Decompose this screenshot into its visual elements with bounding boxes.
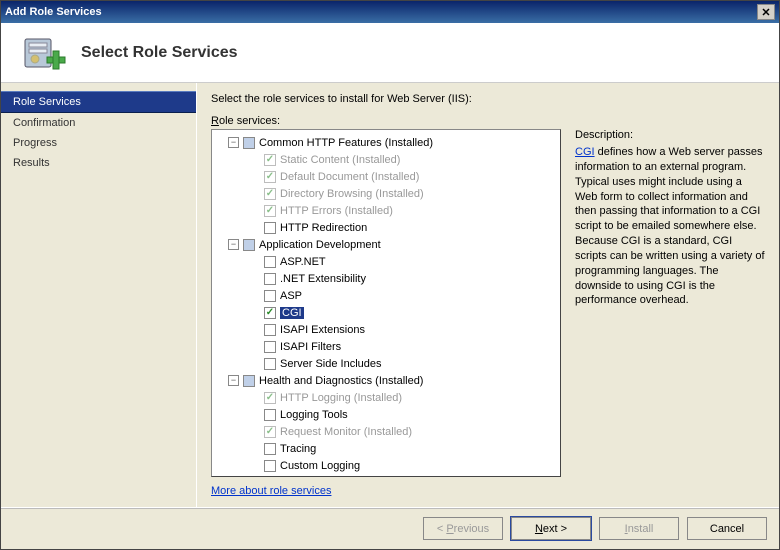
sidebar-item-confirmation[interactable]: Confirmation	[1, 113, 196, 133]
tree-node-label: Custom Logging	[280, 460, 360, 472]
tree-node[interactable]: Server Side Includes	[216, 355, 556, 372]
tree-node-label: Server Side Includes	[280, 358, 382, 370]
checkbox[interactable]	[264, 409, 276, 421]
tree-node-label: Health and Diagnostics (Installed)	[259, 375, 423, 387]
checkbox[interactable]	[243, 137, 255, 149]
tree-node[interactable]: ISAPI Filters	[216, 338, 556, 355]
sidebar-item-results[interactable]: Results	[1, 153, 196, 173]
checkbox[interactable]	[264, 256, 276, 268]
tree-node[interactable]: HTTP Errors (Installed)	[216, 202, 556, 219]
tree-node[interactable]: Custom Logging	[216, 457, 556, 474]
checkbox[interactable]	[264, 358, 276, 370]
more-about-link[interactable]: More about role services	[211, 485, 561, 497]
tree-node[interactable]: Logging Tools	[216, 406, 556, 423]
description-link[interactable]: CGI	[575, 146, 595, 158]
checkbox	[264, 426, 276, 438]
instruction-text: Select the role services to install for …	[211, 93, 765, 105]
checkbox	[264, 154, 276, 166]
tree-node-label: CGI	[280, 307, 304, 319]
tree-node-label: HTTP Logging (Installed)	[280, 392, 402, 404]
description-text: defines how a Web server passes informat…	[575, 146, 765, 306]
tree-node-label: Tracing	[280, 443, 316, 455]
titlebar: Add Role Services ✕	[1, 1, 779, 23]
checkbox[interactable]	[243, 239, 255, 251]
description-body: CGI defines how a Web server passes info…	[575, 145, 765, 308]
checkbox[interactable]	[264, 341, 276, 353]
wizard-steps-sidebar: Role ServicesConfirmationProgressResults	[1, 83, 196, 507]
checkbox	[264, 188, 276, 200]
checkbox	[264, 171, 276, 183]
checkbox[interactable]	[243, 375, 255, 387]
checkbox	[264, 392, 276, 404]
window-title: Add Role Services	[5, 6, 757, 18]
tree-node[interactable]: Default Document (Installed)	[216, 168, 556, 185]
cancel-button[interactable]: Cancel	[687, 517, 767, 540]
tree-node-label: Static Content (Installed)	[280, 154, 400, 166]
tree-wrap: − Common HTTP Features (Installed) Static …	[211, 129, 561, 497]
tree-node[interactable]: Directory Browsing (Installed)	[216, 185, 556, 202]
checkbox	[264, 205, 276, 217]
tree-node-label: Directory Browsing (Installed)	[280, 188, 424, 200]
tree-node[interactable]: Static Content (Installed)	[216, 151, 556, 168]
tree-node-label: HTTP Redirection	[280, 222, 367, 234]
tree-node[interactable]: .NET Extensibility	[216, 270, 556, 287]
close-button[interactable]: ✕	[757, 4, 775, 20]
description-heading: Description:	[575, 129, 765, 141]
tree-node-label: Common HTTP Features (Installed)	[259, 137, 433, 149]
checkbox[interactable]	[264, 222, 276, 234]
add-role-services-window: Add Role Services ✕ Select Role Services…	[0, 0, 780, 550]
tree-node-label: ASP.NET	[280, 256, 326, 268]
close-icon: ✕	[761, 6, 770, 19]
columns: − Common HTTP Features (Installed) Static …	[211, 129, 765, 497]
tree-node[interactable]: CGI	[216, 304, 556, 321]
collapse-icon[interactable]: −	[228, 239, 239, 250]
tree-node-label: ODBC Logging	[280, 477, 354, 478]
tree-node[interactable]: − Health and Diagnostics (Installed)	[216, 372, 556, 389]
tree-node[interactable]: ODBC Logging	[216, 474, 556, 477]
collapse-icon[interactable]: −	[228, 137, 239, 148]
server-role-icon	[21, 29, 69, 77]
tree-node-label: Application Development	[259, 239, 381, 251]
checkbox[interactable]	[264, 273, 276, 285]
checkbox[interactable]	[264, 290, 276, 302]
tree-node-label: Default Document (Installed)	[280, 171, 419, 183]
tree-node-label: Logging Tools	[280, 409, 348, 421]
role-services-label: Role services:	[211, 115, 765, 127]
content-panel: Select the role services to install for …	[196, 83, 779, 507]
tree-node-label: ISAPI Extensions	[280, 324, 365, 336]
tree-node[interactable]: ASP.NET	[216, 253, 556, 270]
tree-node[interactable]: − Application Development	[216, 236, 556, 253]
tree-node-label: HTTP Errors (Installed)	[280, 205, 393, 217]
tree-node-label: .NET Extensibility	[280, 273, 366, 285]
tree-node[interactable]: Tracing	[216, 440, 556, 457]
checkbox[interactable]	[264, 307, 276, 319]
tree-node[interactable]: Request Monitor (Installed)	[216, 423, 556, 440]
tree-node[interactable]: ASP	[216, 287, 556, 304]
sidebar-item-progress[interactable]: Progress	[1, 133, 196, 153]
tree-node-label: ASP	[280, 290, 302, 302]
role-services-tree[interactable]: − Common HTTP Features (Installed) Static …	[211, 129, 561, 477]
checkbox[interactable]	[264, 460, 276, 472]
sidebar-item-role-services[interactable]: Role Services	[1, 91, 196, 113]
wizard-header: Select Role Services	[1, 23, 779, 83]
tree-node[interactable]: HTTP Logging (Installed)	[216, 389, 556, 406]
wizard-footer: < Previous Next > Install Cancel	[1, 507, 779, 549]
checkbox[interactable]	[264, 324, 276, 336]
tree-node-label: Request Monitor (Installed)	[280, 426, 412, 438]
page-title: Select Role Services	[81, 44, 238, 62]
previous-button: < Previous	[423, 517, 503, 540]
install-button: Install	[599, 517, 679, 540]
tree-node[interactable]: − Common HTTP Features (Installed)	[216, 134, 556, 151]
collapse-icon[interactable]: −	[228, 375, 239, 386]
next-button[interactable]: Next >	[511, 517, 591, 540]
tree-node[interactable]: ISAPI Extensions	[216, 321, 556, 338]
checkbox[interactable]	[264, 477, 276, 478]
tree-node[interactable]: HTTP Redirection	[216, 219, 556, 236]
tree-node-label: ISAPI Filters	[280, 341, 341, 353]
checkbox[interactable]	[264, 443, 276, 455]
description-panel: Description: CGI defines how a Web serve…	[575, 129, 765, 497]
wizard-body: Role ServicesConfirmationProgressResults…	[1, 83, 779, 507]
